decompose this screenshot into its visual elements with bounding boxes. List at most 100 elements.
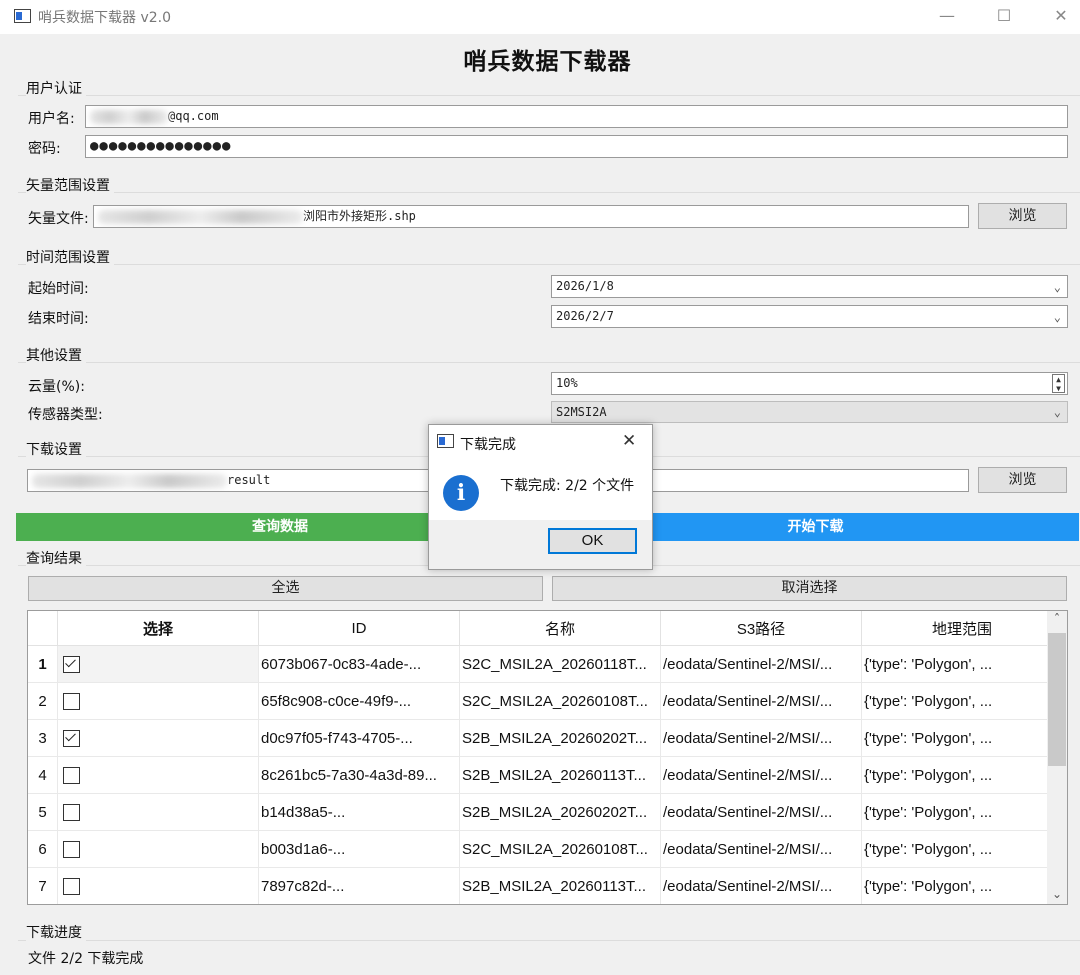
close-icon[interactable]: ✕	[1041, 4, 1080, 28]
column-header-geo[interactable]: 地理范围	[861, 611, 1063, 646]
row-checkbox[interactable]	[63, 692, 80, 710]
results-table: 选择 ID 名称 S3路径 地理范围 1 6073b067-0c83-4ade-.…	[27, 610, 1068, 905]
geo-cell: {'type': 'Polygon', ...	[861, 719, 1063, 757]
id-cell: d0c97f05-f743-4705-...	[258, 719, 460, 757]
minimize-icon[interactable]: —	[927, 4, 967, 28]
s3-path-cell: /eodata/Sentinel-2/MSI/...	[660, 867, 862, 904]
select-cell	[57, 867, 259, 904]
row-number: 7	[28, 867, 58, 904]
select-cell	[57, 645, 259, 683]
chevron-down-icon: ⌄	[1053, 280, 1061, 294]
id-cell: b14d38a5-...	[258, 793, 460, 831]
id-cell: 65f8c908-c0ce-49f9-...	[258, 682, 460, 720]
select-all-button[interactable]: 全选	[28, 576, 543, 601]
start-date-value: 2026/1/8	[556, 279, 614, 293]
username-field[interactable]: @qq.com	[85, 105, 1068, 128]
progress-status: 文件 2/2 下载完成	[28, 951, 144, 967]
blurred-path	[98, 209, 303, 224]
download-dir-value: result	[227, 473, 271, 487]
cloud-spinbox[interactable]: 10% ▲ ▼	[551, 372, 1068, 395]
other-group-title: 其他设置	[26, 345, 86, 365]
window-icon	[14, 9, 31, 23]
column-header-select[interactable]: 选择	[57, 611, 259, 646]
ok-button[interactable]: OK	[548, 528, 637, 554]
deselect-button[interactable]: 取消选择	[552, 576, 1067, 601]
password-field[interactable]: ●●●●●●●●●●●●●●●	[85, 135, 1068, 158]
table-row[interactable]: 7 7897c82d-... S2B_MSIL2A_20260113T.../eod…	[28, 867, 1063, 904]
progress-group-title: 下载进度	[26, 922, 86, 942]
dialog-close-icon[interactable]: ✕	[622, 431, 636, 451]
select-cell	[57, 756, 259, 794]
select-cell	[57, 830, 259, 868]
column-header-id[interactable]: ID	[258, 611, 460, 646]
row-checkbox[interactable]	[63, 877, 80, 895]
chevron-down-icon: ⌄	[1053, 405, 1061, 419]
name-cell: S2B_MSIL2A_20260113T...	[459, 756, 661, 794]
geo-cell: {'type': 'Polygon', ...	[861, 793, 1063, 831]
select-cell	[57, 682, 259, 720]
sensor-value: S2MSI2A	[556, 405, 607, 419]
time-group-title: 时间范围设置	[26, 247, 114, 267]
vector-browse-button[interactable]: 浏览	[978, 203, 1067, 229]
select-cell	[57, 793, 259, 831]
vector-file-field[interactable]: 浏阳市外接矩形.shp	[93, 205, 969, 228]
row-checkbox[interactable]	[63, 803, 80, 821]
row-checkbox[interactable]	[63, 655, 80, 673]
s3-path-cell: /eodata/Sentinel-2/MSI/...	[660, 719, 862, 757]
page-title: 哨兵数据下载器	[463, 49, 632, 75]
row-number: 3	[28, 719, 58, 757]
end-date-select[interactable]: 2026/2/7 ⌄	[551, 305, 1068, 328]
scroll-down-icon[interactable]: ⌄	[1047, 884, 1067, 904]
row-checkbox[interactable]	[63, 729, 80, 747]
table-row[interactable]: 5 b14d38a5-... S2B_MSIL2A_20260202T.../eod…	[28, 793, 1063, 831]
progress-group	[18, 940, 1080, 975]
table-row[interactable]: 4 8c261bc5-7a30-4a3d-89... S2B_MSIL2A_2026…	[28, 756, 1063, 794]
geo-cell: {'type': 'Polygon', ...	[861, 867, 1063, 904]
row-checkbox[interactable]	[63, 840, 80, 858]
download-browse-button[interactable]: 浏览	[978, 467, 1067, 493]
name-cell: S2B_MSIL2A_20260113T...	[459, 867, 661, 904]
username-value: @qq.com	[168, 109, 219, 123]
dialog-message: 下载完成: 2/2 个文件	[500, 478, 635, 494]
column-header-name[interactable]: 名称	[459, 611, 661, 646]
vector-file-value: 浏阳市外接矩形.shp	[303, 209, 416, 223]
username-label: 用户名:	[28, 111, 75, 127]
select-cell	[57, 719, 259, 757]
dialog-title: 下载完成	[460, 437, 516, 453]
scroll-up-icon[interactable]: ˆ	[1047, 611, 1067, 631]
geo-cell: {'type': 'Polygon', ...	[861, 756, 1063, 794]
table-row[interactable]: 3 d0c97f05-f743-4705-... S2B_MSIL2A_202602…	[28, 719, 1063, 757]
geo-cell: {'type': 'Polygon', ...	[861, 645, 1063, 683]
chevron-down-icon: ⌄	[1053, 310, 1061, 324]
geo-cell: {'type': 'Polygon', ...	[861, 830, 1063, 868]
start-date-select[interactable]: 2026/1/8 ⌄	[551, 275, 1068, 298]
sensor-select[interactable]: S2MSI2A ⌄	[551, 401, 1068, 423]
results-group-title: 查询结果	[26, 548, 86, 568]
info-icon: i	[443, 475, 479, 511]
column-header-s3-path[interactable]: S3路径	[660, 611, 862, 646]
spin-arrows-icon[interactable]: ▲ ▼	[1052, 374, 1065, 393]
maximize-icon[interactable]: ☐	[984, 4, 1024, 28]
row-checkbox[interactable]	[63, 766, 80, 784]
row-number: 1	[28, 645, 58, 683]
name-cell: S2B_MSIL2A_20260202T...	[459, 719, 661, 757]
scrollbar-thumb[interactable]	[1048, 633, 1066, 766]
row-number: 5	[28, 793, 58, 831]
blurred-username	[90, 109, 168, 124]
end-date-value: 2026/2/7	[556, 309, 614, 323]
row-number: 2	[28, 682, 58, 720]
download-group-title: 下载设置	[26, 439, 86, 459]
table-row[interactable]: 6 b003d1a6-... S2C_MSIL2A_20260108T.../eod…	[28, 830, 1063, 868]
table-row[interactable]: 2 65f8c908-c0ce-49f9-... S2C_MSIL2A_202601…	[28, 682, 1063, 720]
id-cell: 7897c82d-...	[258, 867, 460, 904]
name-cell: S2C_MSIL2A_20260108T...	[459, 682, 661, 720]
id-cell: b003d1a6-...	[258, 830, 460, 868]
table-row[interactable]: 1 6073b067-0c83-4ade-... S2C_MSIL2A_202601…	[28, 645, 1063, 683]
cloud-label: 云量(%):	[28, 379, 85, 395]
s3-path-cell: /eodata/Sentinel-2/MSI/...	[660, 756, 862, 794]
blurred-dir	[32, 473, 227, 488]
s3-path-cell: /eodata/Sentinel-2/MSI/...	[660, 793, 862, 831]
name-cell: S2B_MSIL2A_20260202T...	[459, 793, 661, 831]
start-time-label: 起始时间:	[28, 281, 89, 297]
s3-path-cell: /eodata/Sentinel-2/MSI/...	[660, 645, 862, 683]
